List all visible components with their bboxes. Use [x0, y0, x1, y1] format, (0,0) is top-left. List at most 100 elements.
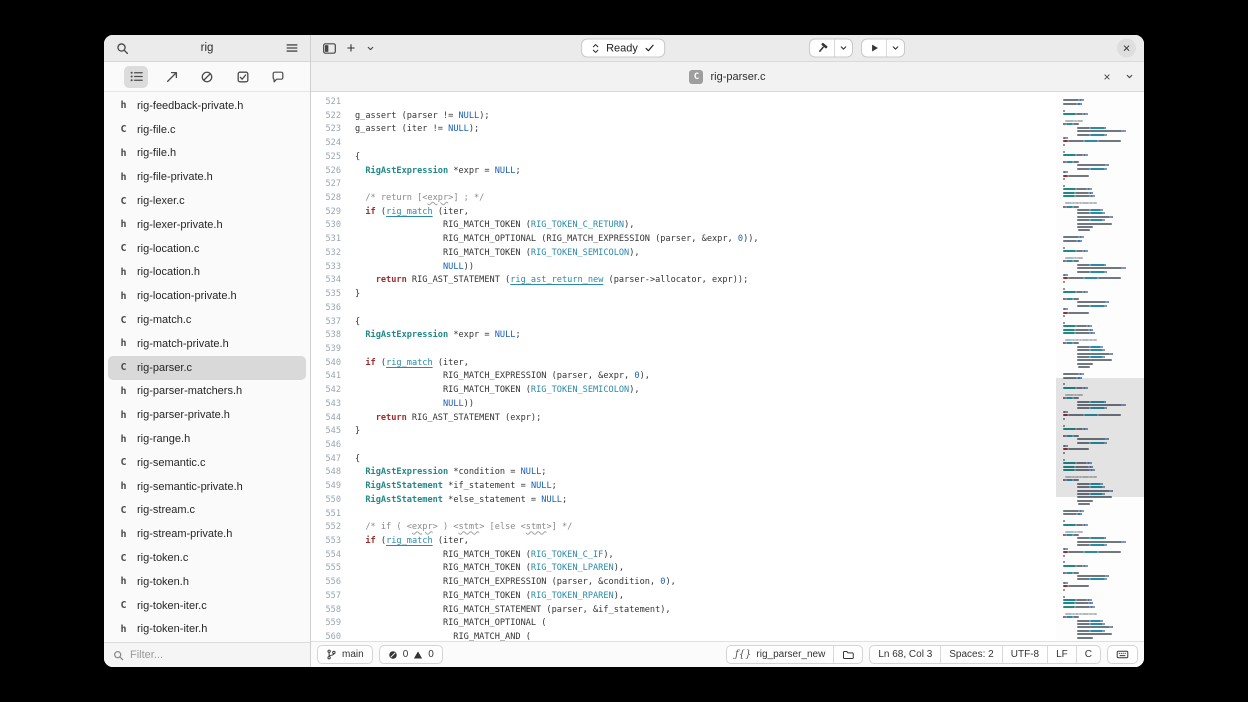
code-line: 535}: [311, 288, 1056, 302]
file-row[interactable]: Crig-match.c: [108, 308, 306, 332]
file-name: rig-location.h: [137, 266, 200, 278]
c-file-icon: C: [118, 124, 129, 135]
file-row[interactable]: Crig-parser.c: [108, 356, 306, 380]
file-row[interactable]: Crig-file.c: [108, 118, 306, 142]
tab-close-button[interactable]: ×: [1097, 67, 1117, 87]
file-row[interactable]: hrig-stream-private.h: [108, 522, 306, 546]
encoding-setting[interactable]: UTF-8: [1003, 646, 1047, 663]
minimap[interactable]: [1056, 92, 1144, 641]
code-line: 553 if (rig_match (iter,: [311, 535, 1056, 549]
minimap-line: [1063, 602, 1139, 604]
minimap-line: [1063, 298, 1139, 300]
tab-list-dropdown[interactable]: [1119, 67, 1139, 87]
code-line: 523g_assert (iter != NULL);: [311, 123, 1056, 137]
c-file-icon: C: [118, 196, 129, 207]
build-button[interactable]: [810, 40, 834, 57]
search-icon[interactable]: [112, 38, 132, 58]
cursor-position[interactable]: Ln 68, Col 3: [870, 646, 940, 663]
minimap-line: [1063, 185, 1139, 187]
code-line: 546: [311, 439, 1056, 453]
run-button[interactable]: [862, 40, 886, 57]
minimap-line: [1063, 264, 1139, 266]
code-area[interactable]: 521522g_assert (parser != NULL);523g_ass…: [311, 92, 1056, 641]
chevron-down-icon: [891, 44, 900, 53]
line-number: 551: [311, 508, 341, 522]
line-number: 559: [311, 617, 341, 631]
minimap-line: [1063, 551, 1139, 553]
file-browse-button[interactable]: [834, 646, 862, 663]
file-row[interactable]: hrig-location.h: [108, 261, 306, 285]
code-line: 551: [311, 508, 1056, 522]
file-row[interactable]: Crig-location.c: [108, 237, 306, 261]
minimap-line: [1063, 267, 1139, 269]
run-split-button: [861, 39, 905, 58]
file-row[interactable]: hrig-file-private.h: [108, 165, 306, 189]
minimap-line: [1063, 578, 1139, 580]
minimap-line: [1063, 609, 1139, 611]
minimap-line: [1063, 524, 1139, 526]
updown-chevrons-icon: [591, 42, 600, 54]
diagnostics-tab[interactable]: [195, 66, 219, 88]
header-file-icon: h: [118, 386, 129, 397]
build-pipeline-tab[interactable]: [160, 66, 184, 88]
build-status-button[interactable]: Ready: [581, 39, 665, 58]
file-row[interactable]: Crig-lexer.c: [108, 189, 306, 213]
file-row[interactable]: hrig-file.h: [108, 142, 306, 166]
minimap-line: [1063, 626, 1139, 628]
file-row[interactable]: hrig-lexer-private.h: [108, 213, 306, 237]
minimap-line: [1063, 281, 1139, 283]
new-tab-button[interactable]: +: [341, 38, 361, 58]
current-function-button[interactable]: ƒ{} rig_parser_new: [727, 646, 833, 663]
minimap-line: [1063, 561, 1139, 563]
window-close-button[interactable]: ×: [1117, 39, 1136, 58]
minimap-line: [1063, 253, 1139, 255]
sidebar: rig hrig-feedback-private.hCrig-file.chr…: [104, 35, 311, 667]
menu-icon[interactable]: [282, 38, 302, 58]
line-number: 546: [311, 439, 341, 453]
line-number: 534: [311, 274, 341, 288]
branch-button[interactable]: main: [317, 645, 373, 664]
code-line: 536: [311, 302, 1056, 316]
file-row[interactable]: hrig-location-private.h: [108, 284, 306, 308]
file-row[interactable]: Crig-token-iter.c: [108, 594, 306, 618]
new-tab-dropdown[interactable]: [363, 38, 377, 58]
status-bar: main 0 0 ƒ{} rig_parser_new: [311, 641, 1144, 667]
keyboard-button[interactable]: [1108, 646, 1137, 663]
language-setting[interactable]: C: [1077, 646, 1100, 663]
project-tree-tab[interactable]: [124, 66, 148, 88]
file-row[interactable]: hrig-feedback-private.h: [108, 94, 306, 118]
file-row[interactable]: hrig-range.h: [108, 427, 306, 451]
tab-rig-parser[interactable]: C rig-parser.c: [689, 70, 765, 84]
filter-input[interactable]: [130, 649, 301, 661]
build-dropdown[interactable]: [835, 40, 852, 57]
line-number: 554: [311, 549, 341, 563]
file-row[interactable]: Crig-stream.c: [108, 499, 306, 523]
file-row[interactable]: hrig-parser-private.h: [108, 403, 306, 427]
run-dropdown[interactable]: [887, 40, 904, 57]
code-line: 560 RIG_MATCH_AND (: [311, 631, 1056, 641]
file-row[interactable]: hrig-parser-matchers.h: [108, 380, 306, 404]
file-row[interactable]: hrig-token-iter.h: [108, 618, 306, 642]
minimap-line: [1063, 513, 1139, 515]
minimap-line: [1063, 120, 1139, 122]
chat-tab[interactable]: [266, 66, 290, 88]
build-split-button: [809, 39, 853, 58]
file-name: rig-token-iter.c: [137, 600, 207, 612]
file-row[interactable]: Crig-token.c: [108, 546, 306, 570]
file-name: rig-parser-private.h: [137, 409, 230, 421]
minimap-viewport[interactable]: [1056, 378, 1144, 497]
file-row[interactable]: hrig-semantic-private.h: [108, 475, 306, 499]
diagnostics-button[interactable]: 0 0: [379, 645, 443, 664]
file-row[interactable]: Crig-semantic.c: [108, 451, 306, 475]
minimap-line: [1063, 373, 1139, 375]
indentation-setting[interactable]: Spaces: 2: [941, 646, 1001, 663]
line-number: 533: [311, 261, 341, 275]
panel-toggle-icon[interactable]: [319, 38, 339, 58]
todo-tab[interactable]: [231, 66, 255, 88]
file-row[interactable]: hrig-token.h: [108, 570, 306, 594]
minimap-line: [1063, 113, 1139, 115]
project-search-text[interactable]: rig: [136, 42, 278, 54]
file-row[interactable]: hrig-match-private.h: [108, 332, 306, 356]
code-line: 543 NULL)): [311, 398, 1056, 412]
line-ending-setting[interactable]: LF: [1048, 646, 1076, 663]
